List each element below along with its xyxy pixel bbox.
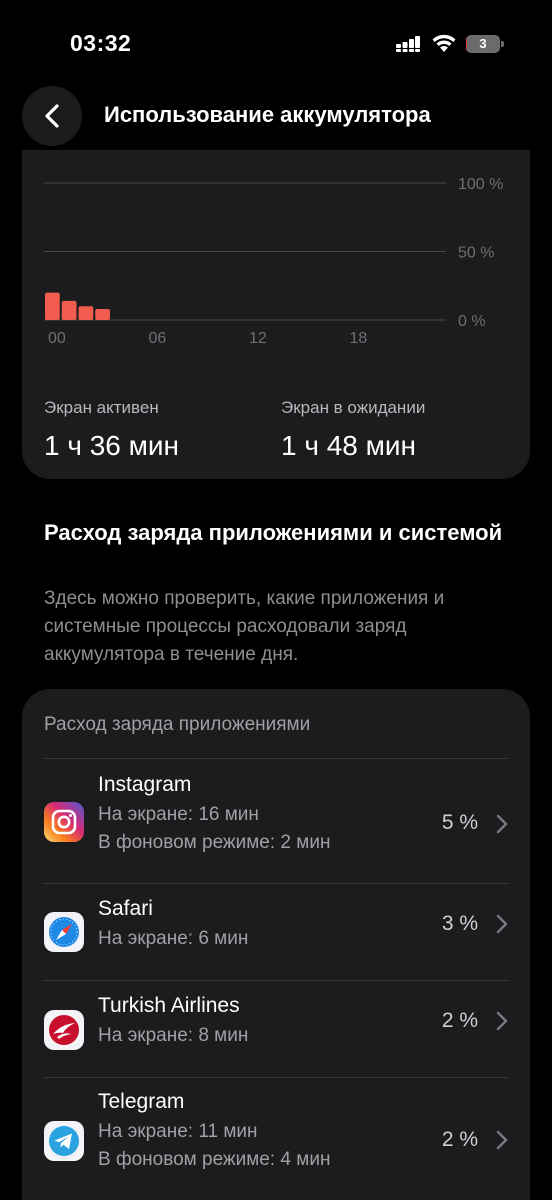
- app-usage-header: Расход заряда приложениями: [44, 714, 311, 735]
- status-bar: 03:32 3: [0, 0, 552, 90]
- screen-idle-value: 1 ч 48 мин: [281, 430, 416, 461]
- app-percent: 2 %: [441, 1128, 478, 1151]
- battery-level: 3: [479, 36, 487, 51]
- chevron-right-icon: [496, 1011, 508, 1031]
- chart-bar: [45, 292, 60, 320]
- chevron-right-icon: [496, 914, 508, 934]
- list-item-telegram[interactable]: Telegram На экране: 11 мин В фоновом реж…: [22, 1078, 530, 1200]
- list-item-safari[interactable]: Safari На экране: 6 мин 3 %: [22, 884, 530, 980]
- nav-bar: Использование аккумулятора: [0, 82, 552, 152]
- list-item-instagram[interactable]: Instagram На экране: 16 мин В фоновом ре…: [22, 759, 530, 883]
- instagram-icon: [44, 802, 84, 842]
- screen-active-value: 1 ч 36 мин: [44, 430, 179, 461]
- chart-bar: [78, 306, 94, 320]
- screen-idle-label: Экран в ожидании: [281, 398, 426, 417]
- back-button[interactable]: [22, 86, 82, 146]
- app-screen-time: На экране: 8 мин: [98, 1025, 249, 1046]
- app-background-time: В фоновом режиме: 4 мин: [98, 1149, 331, 1170]
- section-description: Здесь можно проверить, какие приложения …: [44, 588, 445, 665]
- app-name: Instagram: [98, 773, 192, 796]
- battery-usage-card: 100 % 50 % 0 % 00 06 12 18 Экран активен 1 ч 3…: [22, 150, 530, 479]
- app-screen-time: На экране: 11 мин: [98, 1121, 258, 1142]
- x-tick-label: 00: [48, 330, 66, 347]
- app-usage-card: Расход заряда приложениями Instagram На …: [22, 689, 530, 1200]
- section-title: Расход заряда приложениями и системой: [44, 520, 503, 545]
- app-name: Telegram: [98, 1090, 185, 1113]
- chevron-right-icon: [496, 814, 508, 834]
- y-tick-label: 50 %: [458, 245, 494, 262]
- wifi-icon: [432, 34, 456, 52]
- app-percent: 2 %: [441, 1009, 478, 1032]
- app-name: Turkish Airlines: [98, 994, 240, 1017]
- turkish-airlines-icon: [44, 1010, 84, 1050]
- app-name: Safari: [98, 897, 153, 920]
- x-tick-label: 18: [350, 330, 368, 347]
- chart-bar: [61, 300, 77, 320]
- cellular-signal-icon: [396, 36, 420, 52]
- list-item-turkish-airlines[interactable]: Turkish Airlines На экране: 8 мин 2 %: [22, 981, 530, 1077]
- telegram-icon: [44, 1121, 84, 1161]
- y-tick-label: 0 %: [458, 313, 486, 330]
- chevron-right-icon: [496, 1130, 508, 1150]
- app-screen-time: На экране: 6 мин: [98, 928, 249, 949]
- app-percent: 5 %: [441, 811, 478, 834]
- battery-icon: 3: [466, 35, 504, 53]
- app-percent: 3 %: [441, 912, 478, 935]
- x-tick-label: 06: [149, 330, 167, 347]
- x-tick-label: 12: [249, 330, 267, 347]
- screen-idle-stat: Экран в ожидании 1 ч 48 мин: [281, 398, 425, 462]
- app-background-time: В фоновом режиме: 2 мин: [98, 832, 331, 853]
- battery-chart: 100 % 50 % 0 % 00 06 12 18: [44, 176, 503, 347]
- chevron-left-icon: [45, 104, 59, 128]
- screen-active-label: Экран активен: [44, 398, 159, 417]
- status-time: 03:32: [70, 30, 132, 56]
- page-title: Использование аккумулятора: [104, 102, 431, 127]
- safari-icon: [44, 912, 84, 952]
- chart-bar: [95, 309, 110, 320]
- screen-active-stat: Экран активен 1 ч 36 мин: [44, 398, 179, 462]
- y-tick-label: 100 %: [458, 176, 503, 193]
- app-screen-time: На экране: 16 мин: [98, 804, 259, 825]
